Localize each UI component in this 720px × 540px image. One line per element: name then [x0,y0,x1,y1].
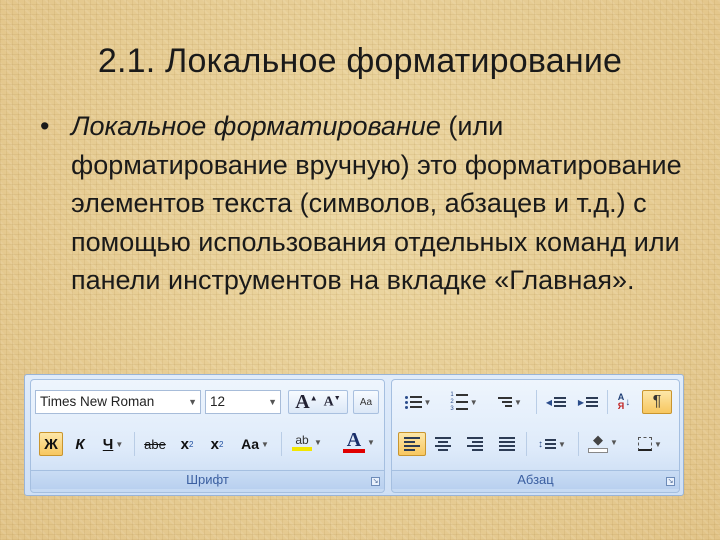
justify-icon [499,437,515,451]
paragraph-group: ▼ 1 2 3 ▼ ▼ ◀ ▶ А Я ↓ ¶ ↕ ▼ ◆ ▼ ▼ Абзац … [391,379,680,493]
chevron-down-icon[interactable]: ▼ [610,438,618,447]
bold-label: Ж [44,435,58,453]
decrease-indent-button[interactable]: ◀ [542,390,570,414]
align-center-icon [435,437,451,451]
bullet-text: Локальное форматирование (или форматиров… [71,107,691,300]
strikethrough-button[interactable]: abe [139,432,171,456]
change-case-button[interactable]: Aa ▼ [235,432,275,456]
font-color-button[interactable]: A ▼ [339,430,379,454]
grow-font-button[interactable]: A▲ [295,391,317,414]
grow-shrink-font-buttons: A▲ A▼ [288,390,348,414]
change-case-label: Aa [241,436,259,452]
italic-button[interactable]: К [69,432,91,456]
slide-title: 2.1. Локальное форматирование [97,42,623,80]
increase-indent-icon: ▶ [578,397,599,407]
paragraph-dialog-launcher-icon[interactable]: ↘ [666,477,675,486]
chevron-down-icon[interactable]: ▼ [261,440,269,449]
superscript-base: x [210,435,219,453]
highlighter-icon: ab [292,433,313,451]
align-left-icon [404,437,420,451]
multilevel-list-icon [498,397,513,407]
font-color-icon: A [343,430,366,453]
chevron-down-icon[interactable]: ▼ [268,391,277,413]
bullet-marker: • [40,111,50,141]
line-spacing-button[interactable]: ↕ ▼ [532,432,572,456]
eraser-icon: Aa [359,396,373,408]
multilevel-list-button[interactable]: ▼ [490,390,530,414]
chevron-down-icon[interactable]: ▼ [558,440,566,449]
font-dialog-launcher-icon[interactable]: ↘ [371,477,380,486]
chevron-down-icon[interactable]: ▼ [470,398,478,407]
font-name-combo[interactable]: Times New Roman ▼ [35,390,201,414]
font-group-label: Шрифт [31,470,384,489]
shrink-font-button[interactable]: A▼ [324,394,341,411]
borders-button[interactable]: ▼ [630,432,670,456]
pilcrow-icon: ¶ [652,393,662,410]
chevron-down-icon[interactable]: ▼ [367,438,375,447]
justify-button[interactable] [494,432,520,456]
chevron-down-icon[interactable]: ▼ [424,398,432,407]
font-name-value: Times New Roman [40,394,155,409]
decrease-indent-icon: ◀ [546,397,567,407]
font-size-combo[interactable]: 12 ▼ [205,390,281,414]
subscript-base: x [180,435,189,453]
show-formatting-marks-button[interactable]: ¶ [642,390,672,414]
paragraph-group-label: Абзац [392,470,679,489]
align-right-icon [467,437,483,451]
superscript-mark: 2 [218,439,224,449]
bullet-list-icon [404,395,422,409]
line-spacing-icon: ↕ [538,439,557,450]
shading-button[interactable]: ◆ ▼ [584,430,622,454]
align-right-button[interactable] [462,432,488,456]
highlight-color-button[interactable]: ab ▼ [287,430,327,454]
paint-bucket-icon: ◆ [588,432,609,453]
italic-label: К [75,435,85,453]
align-left-button[interactable] [398,432,426,456]
numbered-list-icon: 1 2 3 [450,392,468,412]
bold-button[interactable]: Ж [39,432,63,456]
borders-icon [638,437,653,451]
sort-button[interactable]: А Я ↓ [612,390,636,414]
chevron-down-icon[interactable]: ▼ [514,398,522,407]
bullets-button[interactable]: ▼ [398,390,438,414]
word-ribbon: Times New Roman ▼ 12 ▼ A▲ A▼ Aa Ж К Ч ▼ … [24,374,684,496]
underline-label: Ч [102,435,114,453]
underline-button[interactable]: Ч ▼ [97,432,129,456]
defined-term: Локальное форматирование [71,111,441,141]
subscript-button[interactable]: x2 [175,432,199,456]
numbering-button[interactable]: 1 2 3 ▼ [444,390,484,414]
chevron-down-icon[interactable]: ▼ [188,391,197,413]
font-size-value: 12 [210,394,226,409]
subscript-mark: 2 [188,439,194,449]
clear-formatting-button[interactable]: Aa [353,390,379,414]
superscript-button[interactable]: x2 [205,432,229,456]
strikethrough-label: abe [144,436,166,452]
font-group: Times New Roman ▼ 12 ▼ A▲ A▼ Aa Ж К Ч ▼ … [30,379,385,493]
sort-icon: А Я ↓ [617,392,631,411]
increase-indent-button[interactable]: ▶ [574,390,602,414]
chevron-down-icon[interactable]: ▼ [115,440,123,449]
align-center-button[interactable] [430,432,456,456]
chevron-down-icon[interactable]: ▼ [654,440,662,449]
chevron-down-icon[interactable]: ▼ [314,438,322,447]
